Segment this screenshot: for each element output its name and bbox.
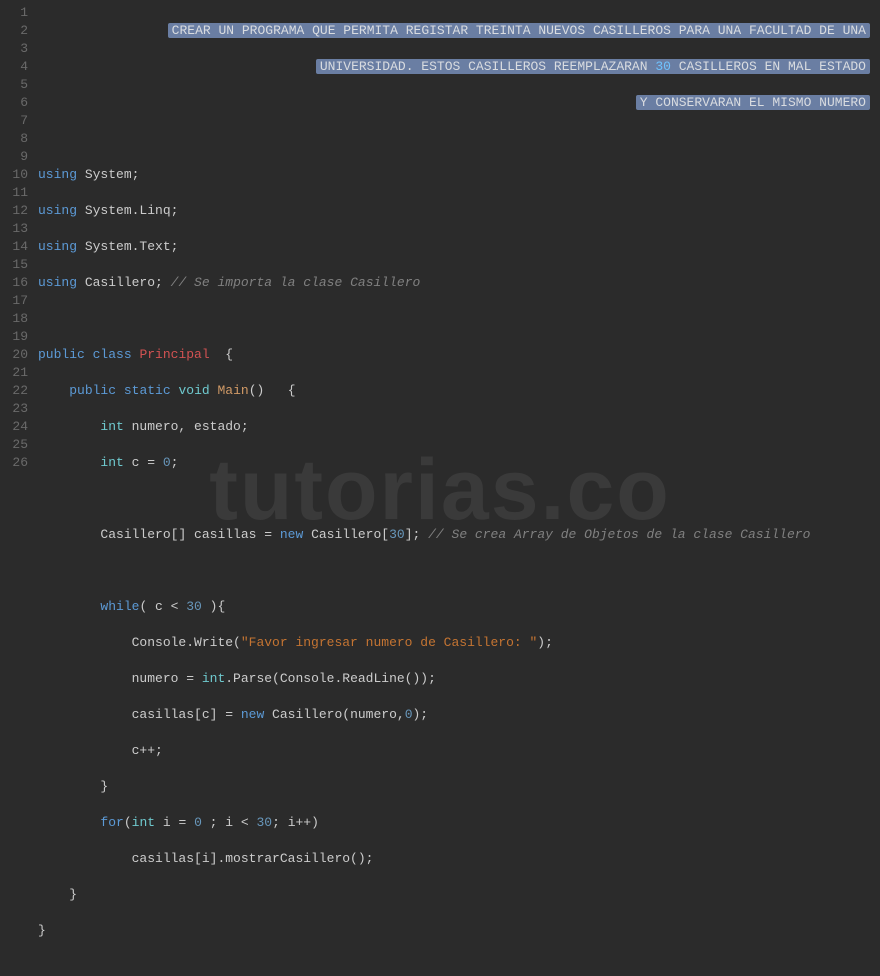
line-number: 7 [0, 112, 28, 130]
code-line: using System.Text; [38, 238, 870, 256]
code-line [38, 562, 870, 580]
line-number: 26 [0, 454, 28, 472]
line-number: 21 [0, 364, 28, 382]
code-line: } [38, 778, 870, 796]
line-number: 14 [0, 238, 28, 256]
line-number: 9 [0, 148, 28, 166]
code-line: } [38, 922, 870, 940]
line-number: 24 [0, 418, 28, 436]
code-line: CREAR UN PROGRAMA QUE PERMITA REGISTAR T… [38, 22, 870, 40]
line-number: 18 [0, 310, 28, 328]
code-line: public class Principal { [38, 346, 870, 364]
comment-banner: CREAR UN PROGRAMA QUE PERMITA REGISTAR T… [168, 23, 870, 38]
code-line: int c = 0; [38, 454, 870, 472]
line-number: 5 [0, 76, 28, 94]
code-line: UNIVERSIDAD. ESTOS CASILLEROS REEMPLAZAR… [38, 58, 870, 76]
code-line: using System; [38, 166, 870, 184]
line-number: 19 [0, 328, 28, 346]
line-number-gutter: 1 2 3 4 5 6 7 8 9 10 11 12 13 14 15 16 1… [0, 4, 38, 976]
code-line: numero = int.Parse(Console.ReadLine()); [38, 670, 870, 688]
line-number: 20 [0, 346, 28, 364]
line-number: 11 [0, 184, 28, 202]
code-line [38, 310, 870, 328]
line-number: 17 [0, 292, 28, 310]
line-number: 3 [0, 40, 28, 58]
line-number: 4 [0, 58, 28, 76]
code-line [38, 490, 870, 508]
line-number: 23 [0, 400, 28, 418]
code-line: c++; [38, 742, 870, 760]
code-line: using System.Linq; [38, 202, 870, 220]
code-line: int numero, estado; [38, 418, 870, 436]
line-number: 8 [0, 130, 28, 148]
code-editor[interactable]: 1 2 3 4 5 6 7 8 9 10 11 12 13 14 15 16 1… [0, 0, 880, 976]
code-line: while( c < 30 ){ [38, 598, 870, 616]
line-number: 16 [0, 274, 28, 292]
line-number: 13 [0, 220, 28, 238]
code-line: Console.Write("Favor ingresar numero de … [38, 634, 870, 652]
line-number: 15 [0, 256, 28, 274]
code-line: for(int i = 0 ; i < 30; i++) [38, 814, 870, 832]
code-line [38, 130, 870, 148]
code-line: casillas[i].mostrarCasillero(); [38, 850, 870, 868]
code-content[interactable]: CREAR UN PROGRAMA QUE PERMITA REGISTAR T… [38, 4, 880, 976]
comment-banner: Y CONSERVARAN EL MISMO NUMERO [636, 95, 870, 110]
code-line: } [38, 886, 870, 904]
line-number: 2 [0, 22, 28, 40]
line-number: 1 [0, 4, 28, 22]
line-number: 25 [0, 436, 28, 454]
line-number: 6 [0, 94, 28, 112]
code-line: using Casillero; // Se importa la clase … [38, 274, 870, 292]
code-line: casillas[c] = new Casillero(numero,0); [38, 706, 870, 724]
code-line: Casillero[] casillas = new Casillero[30]… [38, 526, 870, 544]
code-line: Y CONSERVARAN EL MISMO NUMERO [38, 94, 870, 112]
line-number: 22 [0, 382, 28, 400]
code-line: public static void Main() { [38, 382, 870, 400]
line-number: 10 [0, 166, 28, 184]
comment-banner: UNIVERSIDAD. ESTOS CASILLEROS REEMPLAZAR… [316, 59, 870, 74]
line-number: 12 [0, 202, 28, 220]
